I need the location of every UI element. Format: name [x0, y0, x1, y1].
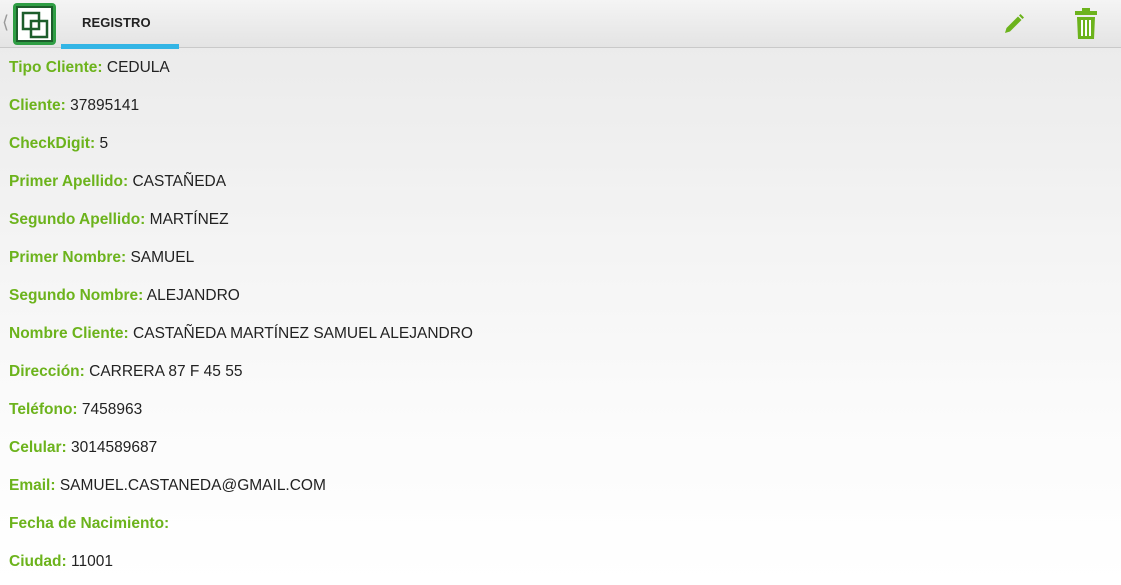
- field-email: Email: SAMUEL.CASTANEDA@GMAIL.COM: [9, 476, 473, 514]
- pencil-icon: [1005, 14, 1024, 33]
- field-checkdigit: CheckDigit: 5: [9, 134, 473, 172]
- field-value: CARRERA 87 F 45 55: [89, 363, 243, 380]
- field-value: 7458963: [81, 401, 143, 418]
- field-value: SAMUEL: [130, 249, 195, 266]
- field-value: 3014589687: [71, 439, 158, 456]
- field-nombre-cliente: Nombre Cliente: CASTAÑEDA MARTÍNEZ SAMUE…: [9, 324, 473, 362]
- field-value: SAMUEL.CASTANEDA@GMAIL.COM: [59, 477, 326, 494]
- field-primer-nombre: Primer Nombre: SAMUEL: [9, 248, 473, 286]
- field-cliente: Cliente: 37895141: [9, 96, 473, 134]
- field-segundo-apellido: Segundo Apellido: MARTÍNEZ: [9, 210, 473, 248]
- trash-icon: [1075, 8, 1097, 39]
- field-fecha-nacimiento: Fecha de Nacimiento:: [9, 514, 473, 552]
- field-value: CASTAÑEDA: [132, 173, 227, 190]
- field-value: ALEJANDRO: [146, 287, 240, 304]
- client-detail-list: Tipo Cliente: CEDULA Cliente: 37895141 C…: [9, 58, 473, 585]
- field-label: Segundo Apellido:: [9, 211, 146, 228]
- edit-button[interactable]: [994, 4, 1034, 44]
- field-label: Tipo Cliente:: [9, 59, 103, 76]
- field-tipo-cliente: Tipo Cliente: CEDULA: [9, 58, 473, 96]
- field-value: 11001: [71, 553, 113, 570]
- field-label: Celular:: [9, 439, 67, 456]
- field-label: Ciudad:: [9, 553, 67, 570]
- tab-registro[interactable]: REGISTRO: [61, 0, 179, 49]
- field-label: CheckDigit:: [9, 135, 96, 152]
- field-label: Email:: [9, 477, 56, 494]
- field-label: Teléfono:: [9, 401, 78, 418]
- field-segundo-nombre: Segundo Nombre: ALEJANDRO: [9, 286, 473, 324]
- up-caret-icon[interactable]: ⟨: [2, 13, 9, 33]
- field-primer-apellido: Primer Apellido: CASTAÑEDA: [9, 172, 473, 210]
- overlapping-squares-icon: [21, 11, 49, 39]
- field-value: 37895141: [70, 97, 140, 114]
- field-value: 5: [99, 135, 109, 152]
- app-logo-icon[interactable]: [13, 3, 56, 45]
- field-label: Fecha de Nacimiento:: [9, 515, 170, 532]
- field-telefono: Teléfono: 7458963: [9, 400, 473, 438]
- field-label: Primer Nombre:: [9, 249, 127, 266]
- field-value: MARTÍNEZ: [149, 211, 229, 228]
- field-celular: Celular: 3014589687: [9, 438, 473, 476]
- field-label: Segundo Nombre:: [9, 287, 144, 304]
- field-direccion: Dirección: CARRERA 87 F 45 55: [9, 362, 473, 400]
- field-label: Primer Apellido:: [9, 173, 129, 190]
- field-label: Nombre Cliente:: [9, 325, 129, 342]
- field-value: CASTAÑEDA MARTÍNEZ SAMUEL ALEJANDRO: [133, 325, 473, 342]
- delete-button[interactable]: [1066, 4, 1106, 44]
- tab-selected-indicator: [61, 44, 179, 49]
- action-bar: ⟨ REGISTRO: [0, 0, 1121, 49]
- field-label: Cliente:: [9, 97, 66, 114]
- field-label: Dirección:: [9, 363, 85, 380]
- tab-registro-label: REGISTRO: [82, 15, 151, 30]
- field-ciudad: Ciudad: 11001: [9, 552, 473, 585]
- field-value: CEDULA: [106, 59, 170, 76]
